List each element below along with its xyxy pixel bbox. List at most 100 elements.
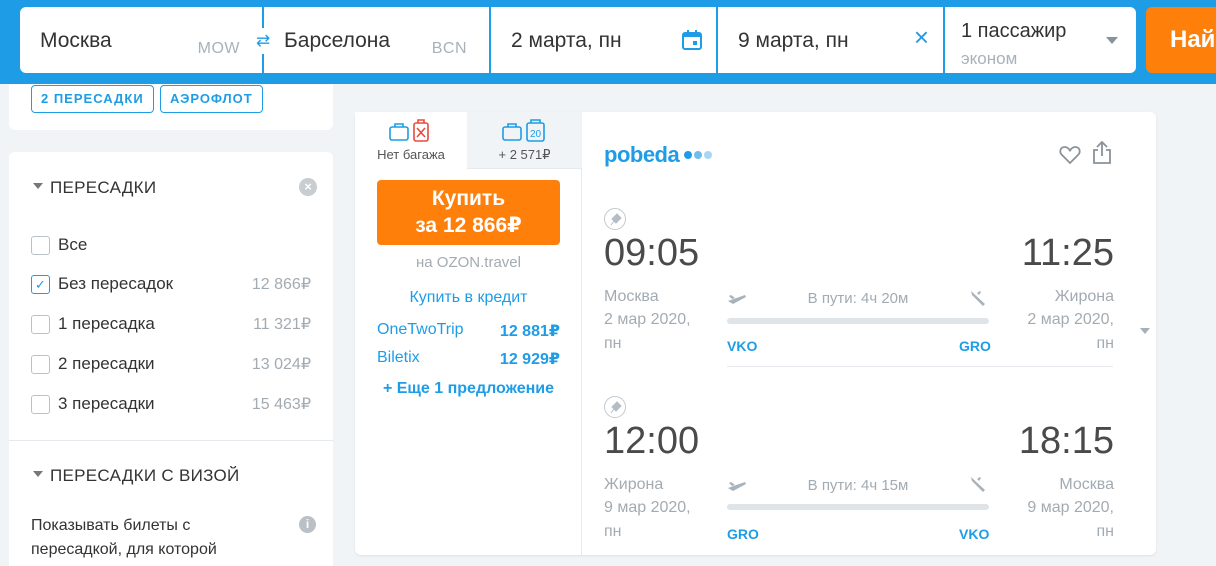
no-baggage-icon xyxy=(389,119,429,142)
airline-logo-dots xyxy=(684,151,712,159)
arrival-day: пн xyxy=(1096,335,1115,352)
filter-option[interactable]: 3 пересадки 15 463₽ xyxy=(31,393,321,417)
ticket-card: Нет багажа 20 + 2 571₽ Купить за 12 866₽… xyxy=(355,112,1156,555)
share-icon[interactable] xyxy=(1091,141,1113,165)
visa-description: Показывать билеты с пересадкой, для кото… xyxy=(31,517,217,558)
filter-option-label: Без пересадок xyxy=(58,274,174,293)
cabin-class: эконом xyxy=(961,49,1018,68)
checkbox[interactable] xyxy=(31,395,50,414)
offer-row[interactable]: OneTwoTrip 12 881₽ xyxy=(377,321,560,341)
filter-option[interactable]: 2 пересадки 13 024₽ xyxy=(31,353,321,377)
filter-tag[interactable]: 2 ПЕРЕСАДКИ xyxy=(31,85,154,113)
close-icon[interactable]: × xyxy=(914,24,929,50)
buy-credit-link[interactable]: Купить в кредит xyxy=(355,289,582,307)
landing-icon xyxy=(971,477,985,492)
arrival-city: Жирона xyxy=(1054,288,1114,305)
return-date-field[interactable]: 9 марта, пн × xyxy=(718,7,943,73)
origin-code: MOW xyxy=(197,40,240,57)
departure-date-text: 9 мар 2020, xyxy=(604,499,691,516)
offer-price[interactable]: 12 929₽ xyxy=(500,349,560,369)
expand-chevron-icon[interactable] xyxy=(1140,328,1150,334)
baggage-tab-no-baggage[interactable]: Нет багажа xyxy=(355,112,467,169)
arrival-date: 9 мар 2020, пн xyxy=(1014,496,1114,544)
search-button[interactable]: Най xyxy=(1146,7,1216,73)
filter-option[interactable]: 1 пересадка 11 321₽ xyxy=(31,313,321,337)
buy-column: Нет багажа 20 + 2 571₽ Купить за 12 866₽… xyxy=(355,112,582,555)
arrival-date: 2 мар 2020, пн xyxy=(1014,308,1114,356)
passengers-field[interactable]: 1 пассажир эконом xyxy=(945,7,1136,73)
departure-date: 2 мар 2020, пн xyxy=(604,308,704,356)
caret-down-icon xyxy=(33,183,43,189)
buy-button-price: за 12 866₽ xyxy=(415,214,522,237)
calendar-icon[interactable] xyxy=(681,29,703,51)
arrival-date-text: 9 мар 2020, xyxy=(1027,499,1114,516)
checkbox-checked[interactable]: ✓ xyxy=(31,275,50,294)
clear-filter-icon[interactable]: × xyxy=(299,178,317,196)
divider xyxy=(9,440,333,441)
transfers-title: ПЕРЕСАДКИ xyxy=(50,178,157,197)
departure-day: пн xyxy=(604,523,622,540)
route-line xyxy=(727,318,989,324)
filter-option-price: 11 321₽ xyxy=(253,316,311,333)
baggage-tab-label: Нет багажа xyxy=(377,147,445,162)
baggage-20kg-icon: 20 xyxy=(502,119,545,142)
flight-segment: 12:00 18:15 Жирона Москва 9 мар 2020, пн… xyxy=(583,393,1156,553)
visa-title: ПЕРЕСАДКИ С ВИЗОЙ xyxy=(50,466,240,485)
baggage-tab-with-baggage[interactable]: 20 + 2 571₽ xyxy=(467,112,582,169)
search-bar: Москва MOW ⇄ Барселона BCN 2 марта, пн 9… xyxy=(0,0,1216,84)
offer-agency[interactable]: Biletix xyxy=(377,349,420,367)
filter-option-price: 13 024₽ xyxy=(251,356,311,373)
departure-city: Москва xyxy=(604,288,659,305)
departure-airport-code[interactable]: VKO xyxy=(727,338,757,354)
buy-button[interactable]: Купить за 12 866₽ xyxy=(377,180,560,245)
departure-time: 12:00 xyxy=(604,420,700,462)
more-offers-link[interactable]: + Еще 1 предложение xyxy=(355,380,582,398)
flight-duration: В пути: 4ч 20м xyxy=(807,290,909,307)
airline-logo: pobeda xyxy=(604,142,680,167)
arrival-airport-code[interactable]: GRO xyxy=(959,338,991,354)
filter-option-label: 2 пересадки xyxy=(58,354,155,373)
swap-icon[interactable]: ⇄ xyxy=(250,28,276,54)
heart-icon[interactable] xyxy=(1058,143,1082,167)
offer-row[interactable]: Biletix 12 929₽ xyxy=(377,349,560,369)
landing-icon xyxy=(971,291,985,306)
agency-name: на OZON.travel xyxy=(416,254,521,271)
flight-segment: 09:05 11:25 Москва Жирона 2 мар 2020, пн… xyxy=(583,204,1156,364)
destination-city: Барселона xyxy=(284,29,391,52)
filter-option-label: Все xyxy=(58,235,88,254)
offer-agency[interactable]: OneTwoTrip xyxy=(377,321,464,339)
caret-down-icon xyxy=(33,471,43,477)
filter-tag[interactable]: АЭРОФЛОТ xyxy=(160,85,263,113)
destination-field[interactable]: Барселона BCN xyxy=(264,7,489,73)
pin-icon[interactable] xyxy=(604,208,626,230)
offer-price[interactable]: 12 881₽ xyxy=(500,321,560,341)
checkbox[interactable] xyxy=(31,355,50,374)
departure-airport-code[interactable]: GRO xyxy=(727,526,759,542)
departure-date: 9 мар 2020, пн xyxy=(604,496,704,544)
checkbox[interactable] xyxy=(31,315,50,334)
route-line xyxy=(727,504,989,510)
filters-panel: ПЕРЕСАДКИ × Все ✓ Без пересадок 12 866₽ … xyxy=(9,152,333,566)
filter-option-price: 12 866₽ xyxy=(251,276,311,293)
arrival-time: 18:15 xyxy=(1018,420,1114,462)
origin-field[interactable]: Москва MOW xyxy=(20,7,262,73)
filter-option-label: 1 пересадка xyxy=(58,314,155,333)
filter-option[interactable]: Все xyxy=(31,234,321,258)
departure-city: Жирона xyxy=(604,476,664,493)
filter-option[interactable]: ✓ Без пересадок 12 866₽ xyxy=(31,273,321,297)
pin-icon[interactable] xyxy=(604,396,626,418)
arrival-airport-code[interactable]: VKO xyxy=(959,526,989,542)
arrival-time: 11:25 xyxy=(1021,232,1114,274)
checkbox[interactable] xyxy=(31,236,50,255)
visa-filter-header[interactable]: ПЕРЕСАДКИ С ВИЗОЙ xyxy=(33,466,240,486)
passengers-count: 1 пассажир xyxy=(961,20,1067,42)
baggage-weight: 20 xyxy=(530,129,542,140)
arrival-date-text: 2 мар 2020, xyxy=(1027,311,1114,328)
info-icon[interactable]: i xyxy=(299,516,316,533)
baggage-tab-label: + 2 571₽ xyxy=(498,147,551,162)
arrival-day: пн xyxy=(1096,523,1115,540)
transfers-filter-header[interactable]: ПЕРЕСАДКИ xyxy=(33,178,156,198)
depart-date-field[interactable]: 2 марта, пн xyxy=(491,7,716,73)
destination-code: BCN xyxy=(431,40,467,57)
chevron-down-icon xyxy=(1106,37,1118,44)
